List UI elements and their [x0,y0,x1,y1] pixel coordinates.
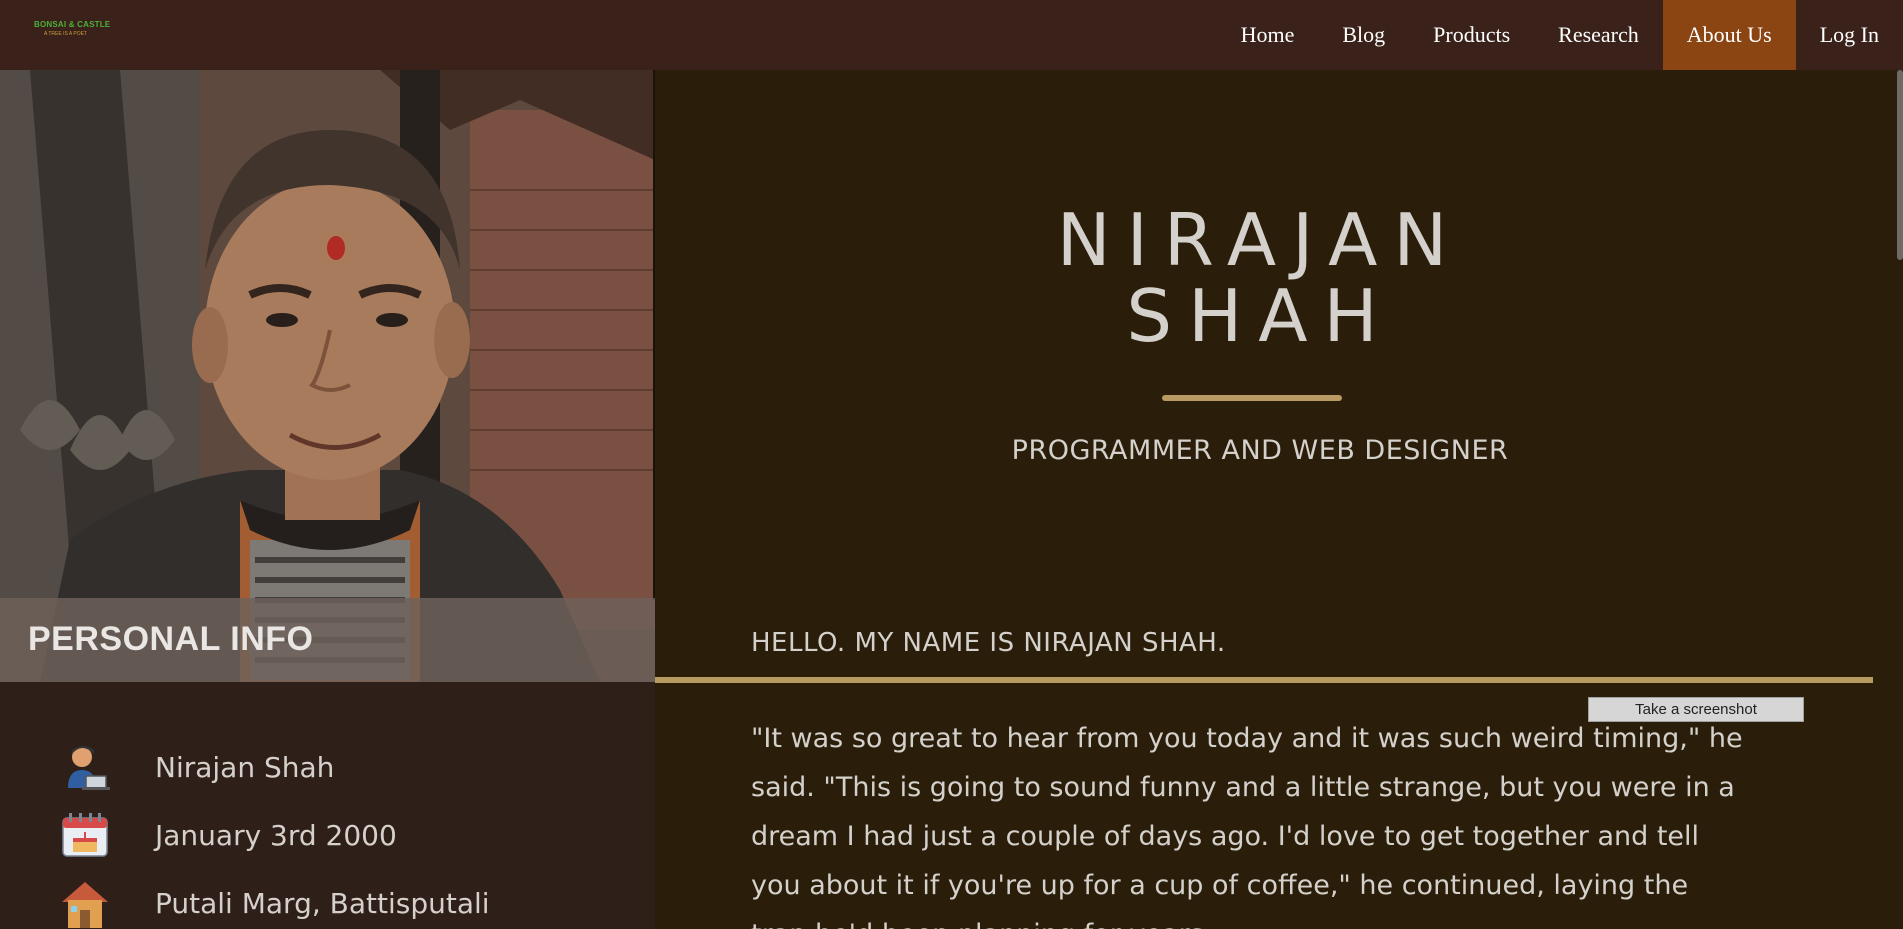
profile-role: PROGRAMMER AND WEB DESIGNER [1011,435,1509,466]
personal-info-item-address: Putali Marg, Battisputali [60,878,490,928]
site-logo[interactable]: BONSAI & CASTLE A TREE IS A POET [34,20,114,44]
nav-about-us[interactable]: About Us [1662,0,1796,70]
profile-content: NIRAJAN SHAH PROGRAMMER AND WEB DESIGNER… [655,70,1903,929]
top-navbar: BONSAI & CASTLE A TREE IS A POET Home Bl… [0,0,1903,70]
personal-info-item-name: Nirajan Shah [60,742,334,792]
name-underline [1162,395,1342,401]
hello-heading: HELLO. MY NAME IS NIRAJAN SHAH. [751,628,1226,658]
page-scrollbar[interactable] [1897,70,1903,260]
logo-title: BONSAI & CASTLE [34,20,111,29]
nav-home[interactable]: Home [1217,0,1319,70]
profile-name-first: NIRAJAN [1056,198,1464,282]
personal-info-text: January 3rd 2000 [155,818,397,852]
section-divider [655,677,1873,683]
personal-info-header: PERSONAL INFO [0,598,655,682]
nav-blog[interactable]: Blog [1318,0,1409,70]
logo-tagline: A TREE IS A POET [44,31,87,37]
house-icon [62,882,108,928]
personal-info-title: PERSONAL INFO [28,620,314,658]
programmer-icon [68,746,110,790]
personal-info-text: Nirajan Shah [155,750,335,784]
nav-log-in[interactable]: Log In [1796,0,1903,70]
main-nav: Home Blog Products Research About Us Log… [1217,0,1903,70]
nav-products[interactable]: Products [1409,0,1534,70]
nav-research[interactable]: Research [1534,0,1663,70]
personal-info-item-birthday: January 3rd 2000 [60,810,397,860]
take-screenshot-button[interactable]: Take a screenshot [1588,697,1804,722]
profile-bio-paragraph: "It was so great to hear from you today … [751,723,1743,929]
profile-photo [0,70,655,682]
birthday-calendar-icon [62,813,108,857]
personal-info-text: Putali Marg, Battisputali [155,886,490,920]
profile-name-last: SHAH [1126,274,1394,358]
personal-info-list: Nirajan Shah January 3rd 2000 Putali Mar… [0,682,655,929]
